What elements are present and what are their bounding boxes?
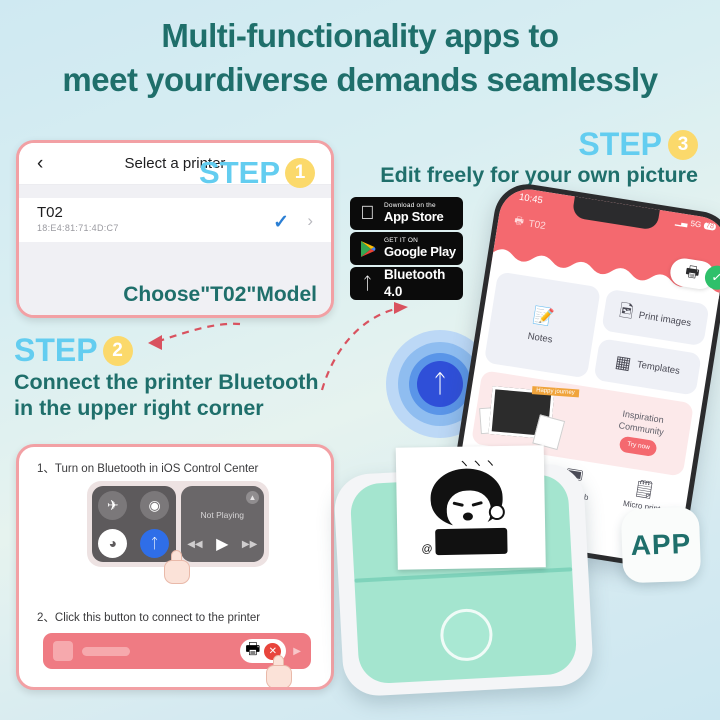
placeholder-thumbnail [53, 641, 73, 661]
bluetooth-badge-label: Bluetooth 4.0 [384, 266, 446, 299]
apple-logo-icon:  [357, 203, 378, 224]
step-1-word: STEP [199, 155, 280, 190]
banner-text: Inspiration Community Try now [590, 403, 692, 462]
step-2-caption-line-1: Connect the printer Bluetooth [14, 370, 319, 394]
status-indicators: ▁▃ 5G 78 [675, 217, 717, 232]
note-edit-icon: 📝 [531, 304, 556, 328]
bluetooth-icon: ᛏ [417, 361, 463, 407]
device-name: T02 [527, 218, 547, 233]
headline-line-2-bold: meet your [62, 61, 216, 98]
phone-notch [571, 196, 660, 231]
airplane-mode-icon[interactable]: ✈ [98, 490, 128, 520]
headline-line-2: meet yourdiverse demands seamlessly [0, 58, 720, 102]
step-2-word: STEP [14, 332, 98, 368]
app-store-badge-big: App Store [384, 209, 444, 225]
cartoon-at-sign: @ [421, 543, 433, 556]
tile-notes[interactable]: 📝 Notes [483, 271, 601, 379]
google-play-badge[interactable]: GET IT ON Google Play [350, 232, 463, 265]
printed-photo: ヽヽヽ @ [395, 445, 546, 570]
placeholder-text-bar [82, 646, 130, 656]
step-3-number: 3 [668, 129, 698, 160]
mini-thermal-printer: ヽヽヽ @ [332, 441, 595, 699]
connectivity-group: ✈ ◉ ◕ ᛏ [92, 486, 176, 562]
pointing-hand-icon [266, 655, 292, 687]
bluetooth-badge: ᛏ Bluetooth 4.0 [350, 267, 463, 300]
now-playing-group: ▲ Not Playing ◀◀ ▶ ▶▶ [180, 486, 265, 562]
airplay-icon[interactable]: ▲ [246, 491, 259, 504]
step-2-badge: STEP 2 [14, 332, 133, 369]
google-play-badge-big: Google Play [384, 244, 456, 260]
bluetooth-icon: ᛏ [362, 273, 373, 293]
status-network: 5G [689, 218, 702, 230]
printer-icon: 🖶 [513, 215, 525, 228]
bluetooth-instruction-1: 1、Turn on Bluetooth in iOS Control Cente… [37, 463, 259, 475]
check-icon: ✓ [273, 212, 289, 233]
status-battery: 78 [703, 222, 717, 231]
step-3-caption: Edit freely for your own picture [380, 163, 698, 187]
play-icon[interactable]: ▶ [216, 534, 228, 554]
micro-print-icon: 🗒 [632, 478, 657, 501]
bluetooth-instruction-2: 2、Click this button to connect to the pr… [37, 612, 261, 624]
step-1-number: 1 [285, 158, 315, 188]
app-store-badge[interactable]:  Download on the App Store [350, 197, 463, 230]
step-1-caption: Choose"T02"Model [123, 283, 317, 306]
step-1-badge: STEP 1 [199, 155, 315, 191]
connected-device-label: 🖶 T02 [513, 213, 547, 235]
printer-icon: 🖶 [245, 640, 261, 658]
image-icon: 🖻 [618, 300, 635, 322]
step-3-badge: STEP 3 [578, 126, 698, 163]
dashed-arrow-to-step2 [148, 322, 241, 350]
now-playing-label: Not Playing [200, 510, 244, 520]
printer-icon: 🖶 [684, 262, 701, 282]
tile-notes-label: Notes [526, 330, 554, 346]
app-badge: APP [620, 506, 702, 584]
cartoon-face [446, 490, 492, 531]
step-2-caption: Connect the printer Bluetooth in the upp… [14, 369, 319, 421]
chevron-left-icon[interactable]: ‹ [37, 154, 43, 173]
chevron-right-icon[interactable]: ▶ [293, 646, 301, 657]
cartoon-illustration: ヽヽヽ @ [396, 445, 546, 570]
status-time: 10:45 [518, 191, 544, 207]
cellular-data-icon[interactable]: ◉ [140, 490, 170, 520]
step-3-word: STEP [578, 126, 662, 162]
tile-print-images-label: Print images [637, 309, 692, 329]
templates-icon: ▦ [613, 351, 633, 373]
headline-line-2-rest: diverse demands seamlessly [215, 61, 658, 98]
signal-icon: ▁▃ [674, 216, 689, 228]
headline-line-1: Multi-functionality apps to [161, 17, 559, 54]
pointing-hand-icon [164, 550, 190, 584]
google-play-icon [357, 238, 378, 259]
chevron-right-icon[interactable]: › [307, 211, 313, 231]
tile-print-images[interactable]: 🖻 Print images [600, 288, 710, 347]
tile-templates[interactable]: ▦ Templates [593, 337, 702, 396]
media-controls: ◀◀ ▶ ▶▶ [181, 534, 265, 554]
bluetooth-howto-card: 1、Turn on Bluetooth in iOS Control Cente… [16, 444, 334, 690]
tile-templates-label: Templates [636, 359, 681, 377]
fast-forward-icon[interactable]: ▶▶ [242, 539, 257, 550]
poster-canvas: Multi-functionality apps to meet yourdiv… [0, 0, 720, 720]
wifi-icon[interactable]: ◕ [98, 528, 128, 558]
step-2-number: 2 [102, 335, 133, 366]
select-printer-card: ‹ Select a printer T02 18:E4:81:71:4D:C7… [16, 140, 334, 318]
try-now-button[interactable]: Try now [618, 435, 658, 458]
cartoon-laptop [435, 527, 508, 556]
step-2-caption-line-2: in the upper right corner [14, 396, 264, 420]
rewind-icon[interactable]: ◀◀ [187, 539, 202, 550]
cartoon-cup [488, 503, 505, 521]
page-title: Multi-functionality apps to meet yourdiv… [0, 14, 720, 102]
printer-list-item-t02[interactable]: T02 18:E4:81:71:4D:C7 ✓ › [19, 198, 331, 248]
app-badge-label: APP [630, 527, 692, 562]
